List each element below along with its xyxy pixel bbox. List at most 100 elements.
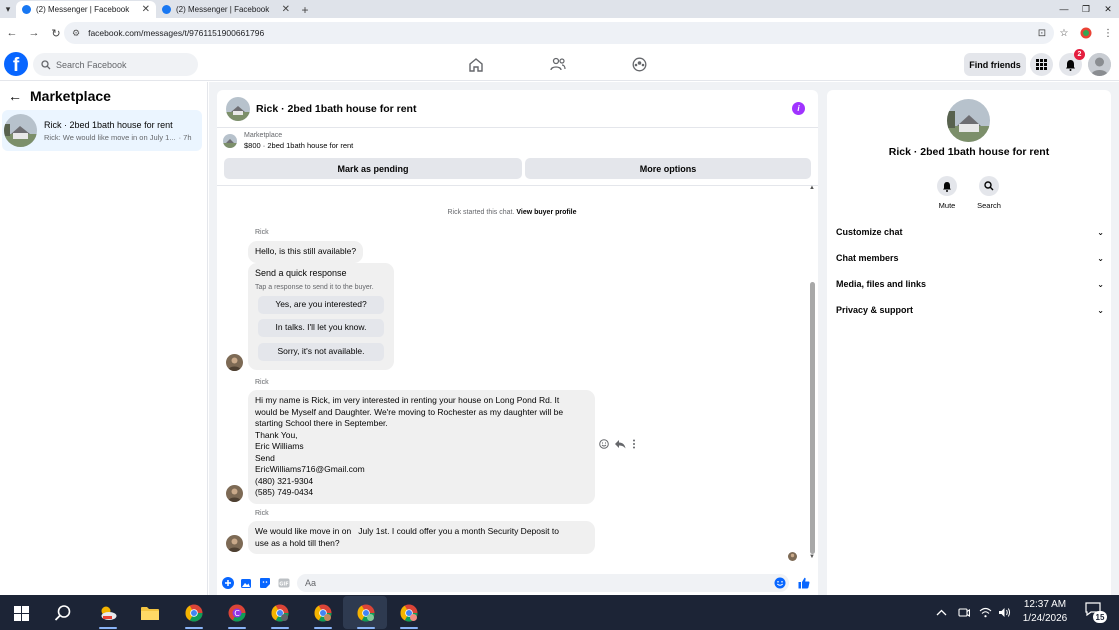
search-icon — [41, 59, 51, 70]
home-icon[interactable] — [465, 54, 487, 74]
conversation-name: Rick · 2bed 1bath house for rent — [44, 119, 173, 130]
chat-info-panel: Rick · 2bed 1bath house for rent Mute Se… — [827, 90, 1111, 595]
emoji-icon[interactable] — [774, 577, 786, 589]
notification-count-badge: 15 — [1093, 611, 1107, 623]
volume-icon[interactable] — [998, 595, 1011, 630]
sender-avatar[interactable] — [226, 535, 243, 552]
svg-text:C: C — [234, 609, 240, 618]
facebook-search[interactable] — [33, 53, 198, 76]
scrollbar-thumb[interactable] — [810, 282, 815, 554]
more-options-button[interactable]: More options — [525, 158, 811, 179]
privacy-support-section[interactable]: Privacy & support ⌄ — [836, 302, 1104, 318]
chat-started-notice: Rick started this chat. View buyer profi… — [447, 209, 577, 216]
groups-icon[interactable] — [628, 54, 650, 74]
browser-menu-icon[interactable]: ⋮ — [1097, 28, 1119, 39]
media-files-links-section[interactable]: Media, files and links ⌄ — [836, 276, 1104, 292]
tab-search-chevron-icon[interactable]: ▾ — [0, 0, 16, 18]
react-emoji-icon[interactable] — [599, 439, 609, 449]
chat-info-avatar[interactable] — [947, 99, 990, 142]
message-bubble[interactable]: Hello, is this still available? — [248, 241, 364, 263]
scroll-up-icon[interactable]: ▲ — [809, 185, 815, 191]
mute-label: Mute — [938, 201, 956, 210]
chat-members-section[interactable]: Chat members ⌄ — [836, 250, 1104, 266]
account-avatar[interactable] — [1088, 53, 1111, 76]
chat-title[interactable]: Rick · 2bed 1bath house for rent — [256, 103, 416, 115]
search-input[interactable] — [56, 59, 196, 70]
view-buyer-profile-link[interactable]: View buyer profile — [516, 209, 576, 216]
chrome-profile-5-icon[interactable] — [396, 600, 422, 629]
conversation-time: · 7h — [178, 132, 192, 142]
browser-toolbar-right: ⊡ ☆ ⋮ — [1031, 18, 1119, 48]
taskbar-search-icon[interactable] — [50, 600, 76, 626]
quick-response-option[interactable]: Sorry, it's not available. — [258, 343, 384, 361]
quick-response-option[interactable]: Yes, are you interested? — [258, 296, 384, 314]
find-friends-button[interactable]: Find friends — [964, 53, 1026, 76]
search-in-chat-button[interactable]: Search — [969, 176, 1009, 210]
bookmark-star-icon[interactable]: ☆ — [1053, 28, 1075, 39]
back-arrow-icon[interactable]: ← — [8, 88, 22, 104]
back-icon[interactable]: ← — [2, 23, 22, 43]
system-clock[interactable]: 12:37 AM 1/24/2026 — [1014, 598, 1076, 626]
chat-scrollbar[interactable]: ▲ ▼ — [809, 185, 815, 562]
windows-start-icon[interactable] — [8, 600, 34, 626]
restore-icon[interactable]: ❐ — [1075, 0, 1097, 18]
meet-now-icon[interactable] — [958, 595, 970, 630]
profile-icon[interactable] — [1075, 27, 1097, 39]
forward-icon[interactable]: → — [24, 23, 44, 43]
address-bar[interactable]: ⚙ facebook.com/messages/t/97611519006617… — [64, 22, 1054, 44]
chat-avatar[interactable] — [226, 96, 250, 121]
sender-avatar[interactable] — [226, 485, 243, 502]
bell-icon — [937, 176, 957, 196]
quick-response-option[interactable]: In talks. I'll let you know. — [258, 319, 384, 337]
listing-strip[interactable]: Marketplace $800 · 2bed 1bath house for … — [223, 132, 353, 150]
browser-tab-strip: ▾ (2) Messenger | Facebook ✕ (2) Messeng… — [0, 0, 1119, 18]
scroll-down-icon[interactable]: ▼ — [809, 554, 815, 560]
notification-badge: 2 — [1074, 49, 1085, 60]
plus-icon[interactable] — [222, 577, 234, 589]
sticker-icon[interactable] — [259, 577, 271, 589]
close-window-icon[interactable]: ✕ — [1097, 0, 1119, 18]
friends-icon[interactable] — [547, 54, 569, 74]
message-bubble[interactable]: Hi my name is Rick, im very interested i… — [248, 390, 595, 504]
weather-widget-icon[interactable] — [95, 600, 121, 629]
message-input[interactable] — [297, 574, 789, 592]
reply-icon[interactable] — [615, 439, 626, 449]
wifi-icon[interactable] — [979, 595, 992, 630]
new-tab-button[interactable]: + — [296, 1, 314, 18]
sender-name: Rick — [255, 229, 269, 236]
browser-tab-2[interactable]: (2) Messenger | Facebook ✕ — [156, 1, 296, 18]
message-bubble[interactable]: We would like move in on July 1st. I cou… — [248, 521, 595, 554]
chrome-profile-4-icon[interactable] — [353, 600, 379, 629]
more-actions-icon[interactable] — [632, 439, 636, 449]
close-tab-icon[interactable]: ✕ — [282, 4, 290, 15]
gif-icon[interactable]: GIF — [278, 577, 290, 589]
customize-chat-section[interactable]: Customize chat ⌄ — [836, 224, 1104, 240]
seen-indicator-avatar — [788, 552, 797, 561]
reload-icon[interactable]: ↻ — [46, 23, 66, 43]
minimize-icon[interactable]: — — [1053, 0, 1075, 18]
chrome-profile-3-icon[interactable] — [310, 600, 336, 629]
site-info-icon[interactable]: ⚙ — [72, 28, 80, 39]
show-hidden-icons-chevron-icon[interactable] — [936, 595, 947, 630]
menu-grid-icon[interactable] — [1030, 53, 1053, 76]
mute-button[interactable]: Mute — [927, 176, 967, 210]
facebook-logo-icon[interactable]: f — [4, 52, 28, 76]
info-icon[interactable]: i — [792, 102, 805, 115]
chrome-profile-2-icon[interactable] — [267, 600, 293, 629]
sender-name: Rick — [255, 379, 269, 386]
install-app-icon[interactable]: ⊡ — [1031, 28, 1053, 39]
notification-center-icon[interactable]: 15 — [1085, 602, 1107, 623]
conversation-item[interactable]: Rick · 2bed 1bath house for rent Rick: W… — [2, 110, 202, 151]
quick-response-card: Send a quick response Tap a response to … — [248, 263, 394, 370]
close-tab-icon[interactable]: ✕ — [142, 4, 150, 15]
like-thumb-icon[interactable] — [798, 577, 810, 589]
sender-avatar[interactable] — [226, 354, 243, 371]
file-explorer-icon[interactable] — [137, 600, 163, 626]
browser-tab-1[interactable]: (2) Messenger | Facebook ✕ — [16, 1, 156, 18]
mark-as-pending-button[interactable]: Mark as pending — [224, 158, 522, 179]
chevron-down-icon: ⌄ — [1097, 305, 1104, 315]
photo-icon[interactable] — [240, 577, 252, 589]
chrome-icon[interactable] — [181, 600, 207, 629]
chrome-profile-c-icon[interactable]: C — [224, 600, 250, 629]
chat-panel: Rick · 2bed 1bath house for rent i Marke… — [217, 90, 818, 595]
